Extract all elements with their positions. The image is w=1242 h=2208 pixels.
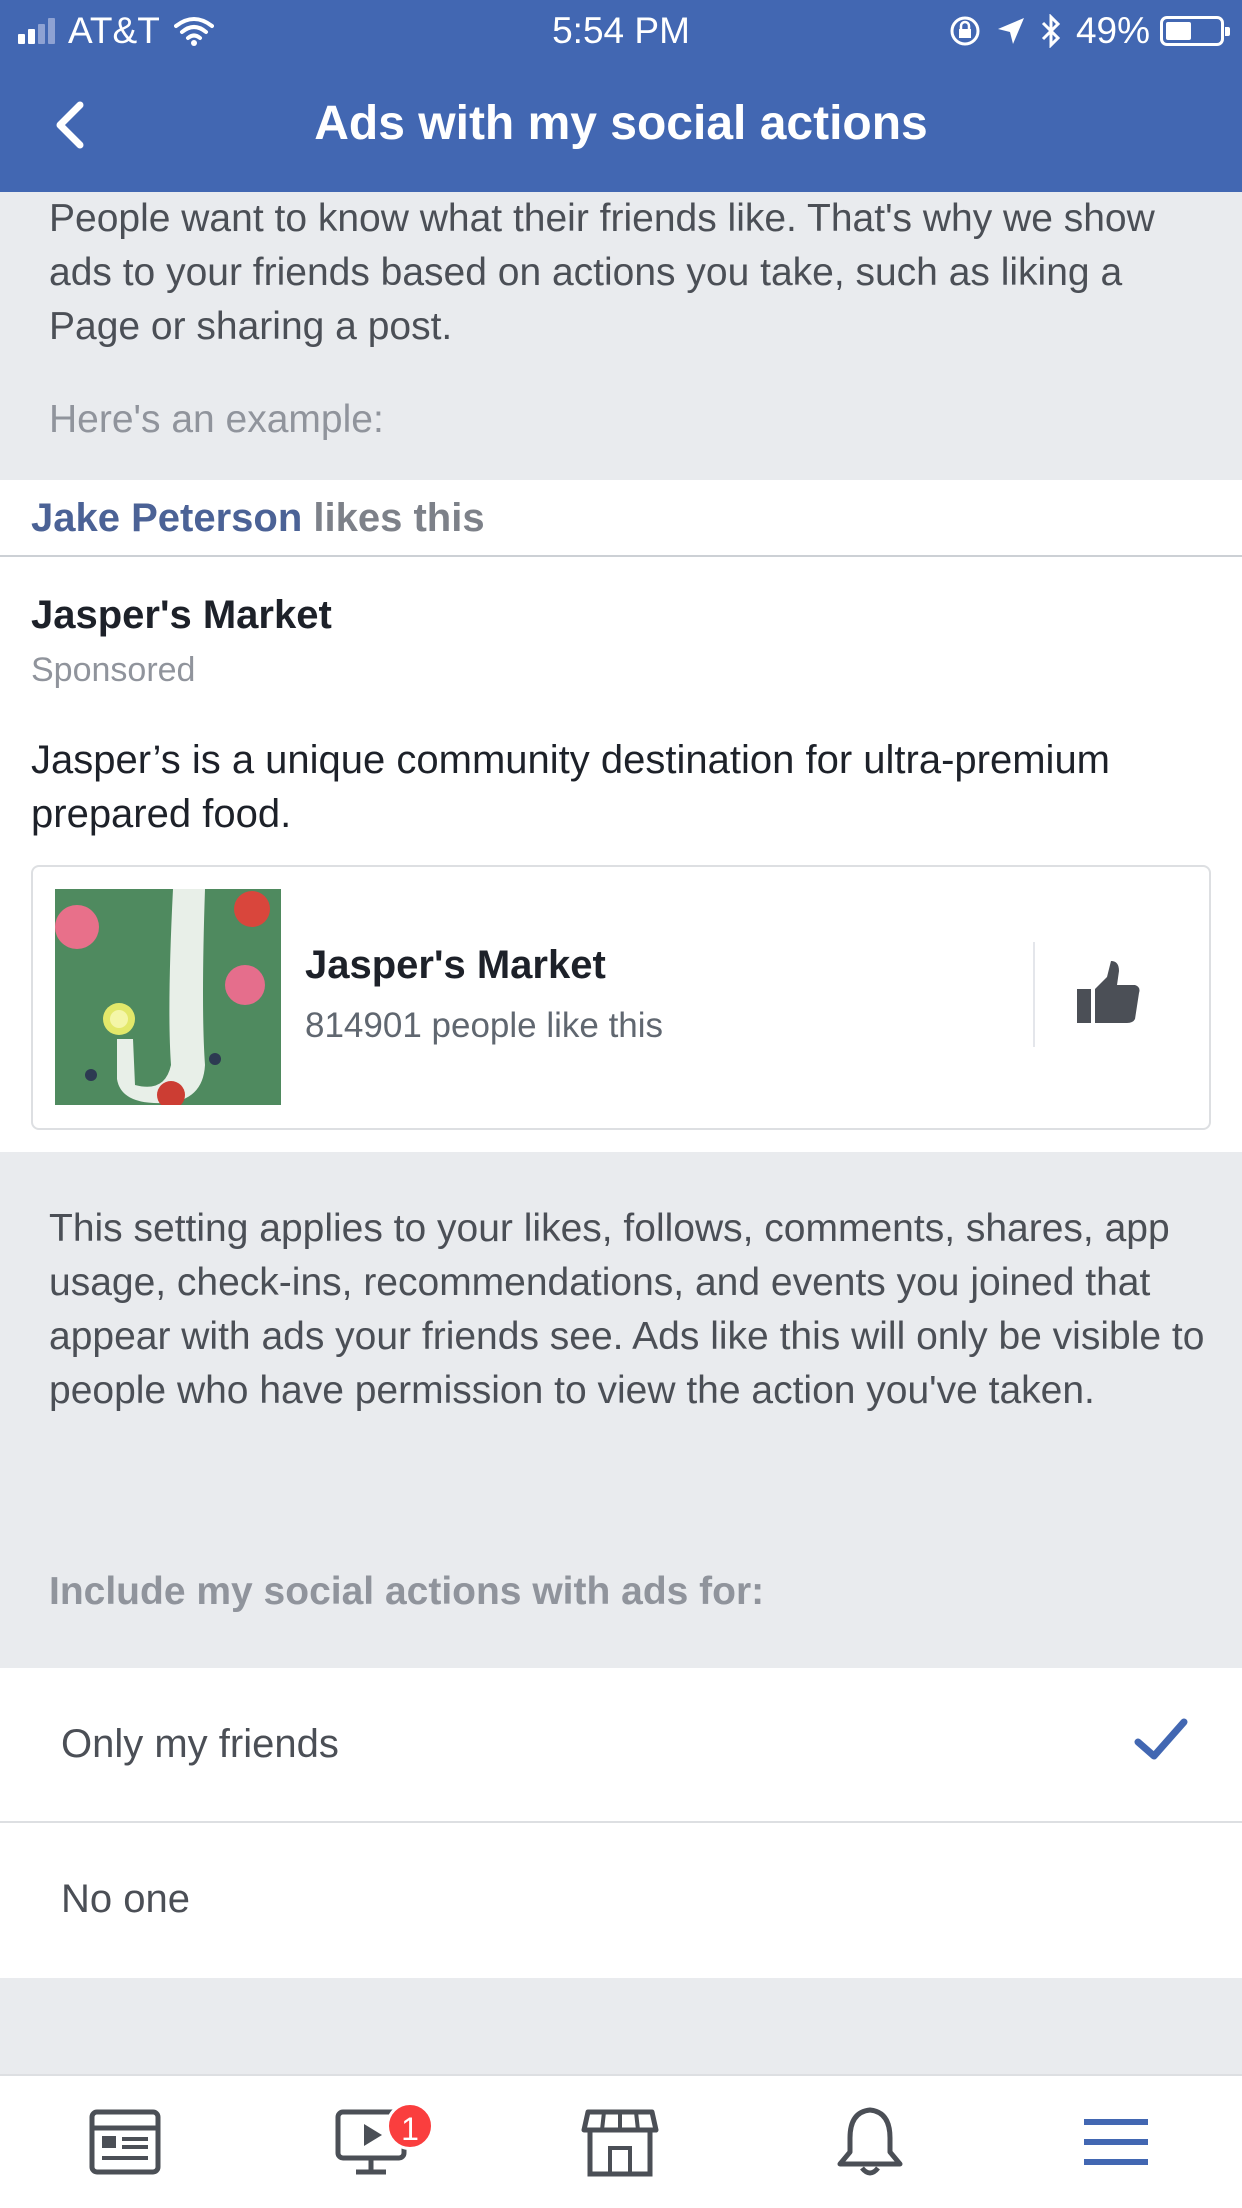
notifications-icon[interactable]: [830, 2102, 910, 2182]
social-context: Jake Peterson likes this: [0, 480, 1242, 557]
option-label: Only my friends: [61, 1722, 339, 1766]
tab-bar: 1: [0, 2074, 1242, 2208]
example-label: Here's an example:: [49, 398, 384, 441]
page-card: Jasper's Market 814901 people like this: [31, 865, 1211, 1130]
status-right: 49%: [948, 10, 1230, 52]
friend-name: Jake Peterson: [31, 496, 303, 540]
card-divider: [1033, 942, 1035, 1047]
option-only-my-friends[interactable]: Only my friends: [0, 1668, 1242, 1823]
checkmark-icon: [1134, 1718, 1188, 1760]
page-like-count: 814901 people like this: [305, 1006, 664, 1045]
option-label: No one: [61, 1877, 190, 1921]
watch-badge: 1: [386, 2102, 434, 2150]
orientation-lock-icon: [950, 16, 980, 46]
option-no-one[interactable]: No one: [0, 1823, 1242, 1978]
intro-text: People want to know what their friends l…: [49, 197, 1155, 348]
intro-section: People want to know what their friends l…: [0, 192, 1242, 480]
bluetooth-icon: [1041, 14, 1061, 48]
audience-label: Include my social actions with ads for:: [49, 1570, 765, 1613]
audience-options: Only my friends No one: [0, 1668, 1242, 1978]
marketplace-icon[interactable]: [580, 2102, 660, 2182]
battery-percent: 49%: [1075, 10, 1150, 51]
battery-fill: [1166, 22, 1192, 40]
thumbs-up-icon[interactable]: [1073, 959, 1143, 1029]
navigation-bar: Ads with my social actions: [0, 60, 1242, 192]
page-card-info: Jasper's Market 814901 people like this: [305, 943, 663, 1046]
page-title: Ads with my social actions: [314, 97, 928, 150]
location-icon: [997, 18, 1024, 44]
sponsored-label: Sponsored: [31, 651, 196, 689]
social-context-text: Jake Peterson likes this: [31, 496, 485, 541]
setting-description-section: This setting applies to your likes, foll…: [0, 1152, 1242, 1668]
page-card-title: Jasper's Market: [305, 943, 606, 987]
menu-icon[interactable]: [1076, 2102, 1156, 2182]
ad-page-name: Jasper's Market: [31, 593, 332, 637]
news-feed-icon[interactable]: [86, 2102, 166, 2182]
ad-body-text: Jasper’s is a unique community destinati…: [31, 738, 1111, 836]
page-thumbnail: [55, 889, 281, 1105]
setting-description: This setting applies to your likes, foll…: [49, 1207, 1205, 1412]
social-action: likes this: [302, 496, 485, 540]
status-bar: AT&T 5:54 PM 49%: [0, 0, 1242, 60]
battery-icon: [1160, 16, 1230, 46]
example-ad: Jasper's Market Sponsored Jasper’s is a …: [0, 557, 1242, 1152]
